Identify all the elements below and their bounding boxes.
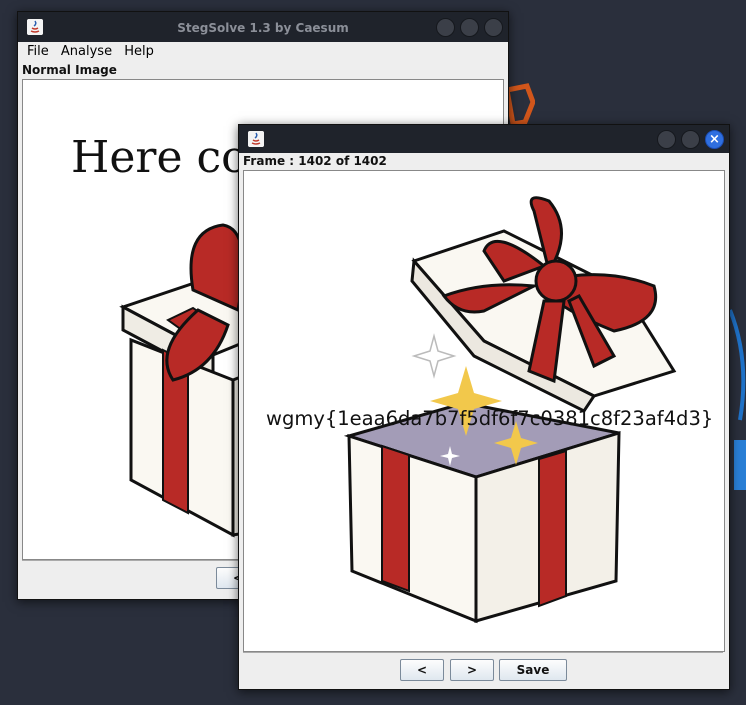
- frame-button-bar: < > Save: [243, 652, 723, 687]
- image-caption: Normal Image: [22, 63, 117, 77]
- save-button[interactable]: Save: [499, 659, 567, 681]
- minimize-button[interactable]: [657, 130, 676, 149]
- java-app-icon: [248, 131, 264, 147]
- close-button[interactable]: [484, 18, 503, 37]
- menu-analyse[interactable]: Analyse: [57, 42, 116, 62]
- close-icon[interactable]: ×: [705, 130, 724, 149]
- maximize-button[interactable]: [681, 130, 700, 149]
- frame-image-pane: wgmy{1eaa6da7b7f5df6f7c0381c8f23af4d3}: [243, 170, 725, 652]
- menu-bar: File Analyse Help: [19, 42, 507, 62]
- prev-frame-button[interactable]: <: [400, 659, 444, 681]
- frame-titlebar[interactable]: ×: [239, 125, 729, 153]
- menu-file[interactable]: File: [23, 42, 53, 62]
- window-title: StegSolve 1.3 by Caesum: [177, 21, 349, 35]
- next-frame-button[interactable]: >: [450, 659, 494, 681]
- maximize-button[interactable]: [460, 18, 479, 37]
- minimize-button[interactable]: [436, 18, 455, 37]
- frame-caption: Frame : 1402 of 1402: [243, 154, 387, 168]
- hidden-flag-text: wgmy{1eaa6da7b7f5df6f7c0381c8f23af4d3}: [266, 407, 714, 430]
- menu-help[interactable]: Help: [120, 42, 158, 62]
- desktop-logo-fragment: [505, 83, 535, 127]
- main-titlebar[interactable]: StegSolve 1.3 by Caesum: [18, 12, 508, 42]
- frame-browser-window: × Frame : 1402 of 1402 wgmy{1eaa6da7b7f5…: [238, 124, 730, 690]
